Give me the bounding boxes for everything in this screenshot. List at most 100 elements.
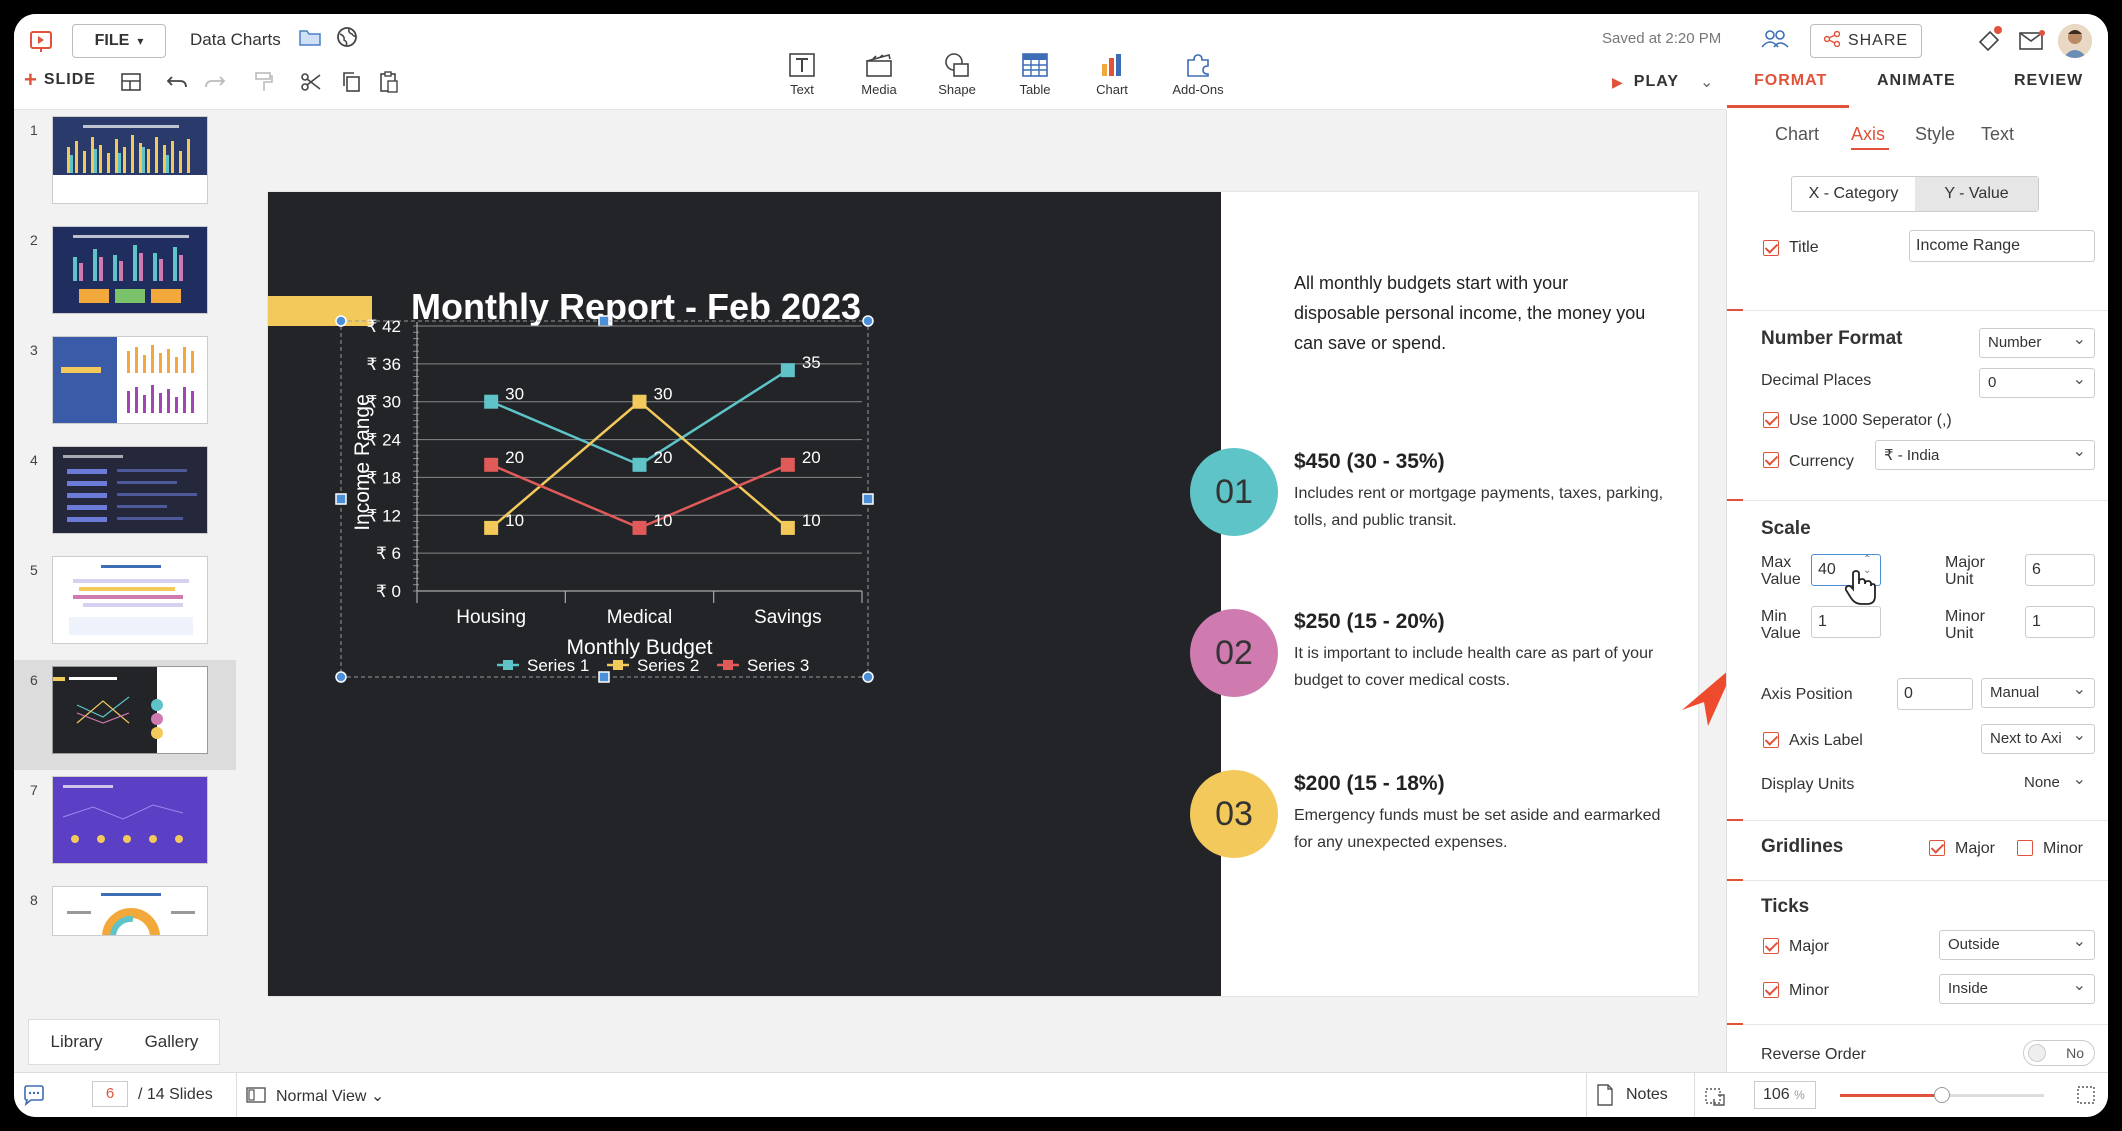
slide-preview [52, 446, 208, 534]
subtab-style[interactable]: Style [1915, 124, 1955, 145]
subtab-chart[interactable]: Chart [1775, 124, 1819, 145]
app-logo-icon[interactable] [28, 28, 54, 59]
display-units-dropdown[interactable]: None [2015, 768, 2095, 798]
top-toolbar: FILE ▾ Data Charts + SLIDE Text Media Sh… [14, 14, 2108, 109]
insert-addons-button[interactable]: Add-Ons [1153, 52, 1243, 97]
reverse-order-toggle[interactable]: No [2023, 1040, 2095, 1066]
tab-review[interactable]: REVIEW [2014, 72, 2083, 90]
slide-preview [52, 556, 208, 644]
tab-animate[interactable]: ANIMATE [1877, 72, 1956, 90]
zoom-input[interactable]: 106 % [1754, 1081, 1816, 1109]
data-label: 20 [802, 448, 821, 467]
series-3-point [780, 457, 795, 472]
section-1-heading[interactable]: $450 (30 - 35%) [1294, 450, 1445, 474]
currency-checkbox[interactable] [1763, 452, 1779, 468]
globe-icon[interactable] [336, 26, 358, 53]
section-2-heading[interactable]: $250 (15 - 20%) [1294, 610, 1445, 634]
zoom-slider-handle[interactable] [1934, 1087, 1950, 1103]
axis-position-mode-dropdown[interactable]: Manual [1981, 678, 2095, 708]
gridlines-major-checkbox[interactable] [1929, 840, 1945, 856]
gallery-button[interactable]: Gallery [124, 1032, 219, 1052]
major-unit-input[interactable]: 6 [2025, 554, 2095, 586]
decimal-places-dropdown[interactable]: 0 [1979, 368, 2095, 398]
section-divider [1727, 880, 2108, 881]
line-chart[interactable]: ₹ 0₹ 6₹ 12₹ 18₹ 24₹ 30₹ 36₹ 42Housing Med… [268, 192, 1221, 996]
subtab-axis[interactable]: Axis [1851, 124, 1885, 145]
new-slide-button[interactable]: + SLIDE [24, 69, 96, 91]
ticks-minor-dropdown[interactable]: Inside [1939, 974, 2095, 1004]
fullscreen-icon[interactable] [2076, 1085, 2096, 1110]
paste-icon[interactable] [378, 70, 400, 99]
undo-icon[interactable] [166, 71, 188, 96]
share-button[interactable]: SHARE [1810, 24, 1922, 58]
ticks-major-dropdown[interactable]: Outside [1939, 930, 2095, 960]
layout-icon[interactable] [120, 72, 142, 97]
tab-format[interactable]: FORMAT [1754, 72, 1827, 90]
cut-icon[interactable] [300, 71, 322, 98]
redo-icon[interactable] [204, 71, 226, 96]
min-value-input[interactable]: 1 [1811, 606, 1881, 638]
folder-icon[interactable] [298, 26, 322, 53]
current-slide-input[interactable]: 6 [92, 1081, 128, 1107]
x-category-button[interactable]: X - Category [1792, 177, 1915, 211]
legend-series-1-marker [503, 660, 513, 670]
insert-media-button[interactable]: Media [834, 52, 924, 97]
share-label: SHARE [1847, 32, 1909, 49]
section-3-text[interactable]: Emergency funds must be set aside and ea… [1294, 802, 1664, 856]
user-avatar[interactable] [2058, 24, 2092, 58]
slide-6[interactable]: Monthly Report - Feb 2023 ₹ 0 ₹ 6 ₹ 12 ₹ 18… [268, 192, 1698, 996]
section-divider [1727, 820, 2108, 821]
document-title[interactable]: Data Charts [190, 30, 281, 50]
file-menu-button[interactable]: FILE ▾ [72, 24, 166, 58]
slide-number: 5 [30, 562, 38, 578]
slide-thumbnail[interactable]: 7 [14, 770, 236, 880]
axis-position-input[interactable]: 0 [1897, 678, 1973, 710]
title-checkbox[interactable] [1763, 240, 1779, 256]
collaborators-icon[interactable] [1760, 27, 1790, 56]
slide-thumbnail[interactable]: 3 [14, 330, 236, 440]
feedback-icon[interactable] [2018, 28, 2046, 57]
slide-thumbnail[interactable]: 4 [14, 440, 236, 550]
intro-text[interactable]: All monthly budgets start with your disp… [1294, 268, 1654, 358]
view-mode-dropdown[interactable]: Normal View ⌄ [276, 1086, 384, 1106]
insert-chart-button[interactable]: Chart [1067, 52, 1157, 97]
slide-thumbnail[interactable]: 8 [14, 880, 236, 990]
currency-dropdown[interactable]: ₹ - India [1875, 440, 2095, 470]
whats-new-icon[interactable] [1976, 24, 2006, 59]
major-unit-label: Major Unit [1945, 554, 1985, 588]
ticks-minor-checkbox[interactable] [1763, 982, 1779, 998]
gridlines-minor-checkbox[interactable] [2017, 840, 2033, 856]
fit-slide-icon[interactable] [1704, 1085, 1726, 1112]
notes-button[interactable]: Notes [1626, 1086, 1668, 1104]
section-3-heading[interactable]: $200 (15 - 18%) [1294, 772, 1445, 796]
chat-icon[interactable] [22, 1084, 46, 1111]
ticks-major-checkbox[interactable] [1763, 938, 1779, 954]
play-button[interactable]: ▶ PLAY [1612, 73, 1679, 91]
section-3-badge: 03 [1190, 770, 1278, 858]
y-value-button[interactable]: Y - Value [1915, 177, 2038, 211]
slide-thumbnail[interactable]: 1 [14, 110, 236, 220]
section-2-number: 02 [1215, 633, 1253, 672]
play-options-chevron-icon[interactable]: ⌄ [1700, 72, 1713, 92]
min-label-line1: Min [1761, 608, 1787, 625]
slide-thumbnail[interactable]: 2 [14, 220, 236, 330]
copy-icon[interactable] [340, 70, 362, 99]
format-painter-icon[interactable] [254, 71, 274, 98]
separator-checkbox[interactable] [1763, 412, 1779, 428]
axis-label-checkbox[interactable] [1763, 732, 1779, 748]
number-format-dropdown[interactable]: Number [1979, 328, 2095, 358]
section-1-text[interactable]: Includes rent or mortgage payments, taxe… [1294, 480, 1664, 534]
library-button[interactable]: Library [29, 1032, 124, 1052]
minor-unit-input[interactable]: 1 [2025, 606, 2095, 638]
axis-label-dropdown[interactable]: Next to Axi [1981, 724, 2095, 754]
subtab-text[interactable]: Text [1981, 124, 2014, 145]
resize-handle [335, 671, 347, 683]
section-2-text[interactable]: It is important to include health care a… [1294, 640, 1664, 694]
x-category-label: Savings [754, 607, 822, 628]
axis-title-input[interactable]: Income Range [1909, 230, 2095, 262]
file-menu-label: FILE [94, 32, 130, 49]
slide-thumbnail[interactable]: 5 [14, 550, 236, 660]
slide-thumbnail-selected[interactable]: 6 [14, 660, 236, 770]
title-label: Title [1789, 239, 1819, 256]
insert-shape-button[interactable]: Shape [912, 52, 1002, 97]
